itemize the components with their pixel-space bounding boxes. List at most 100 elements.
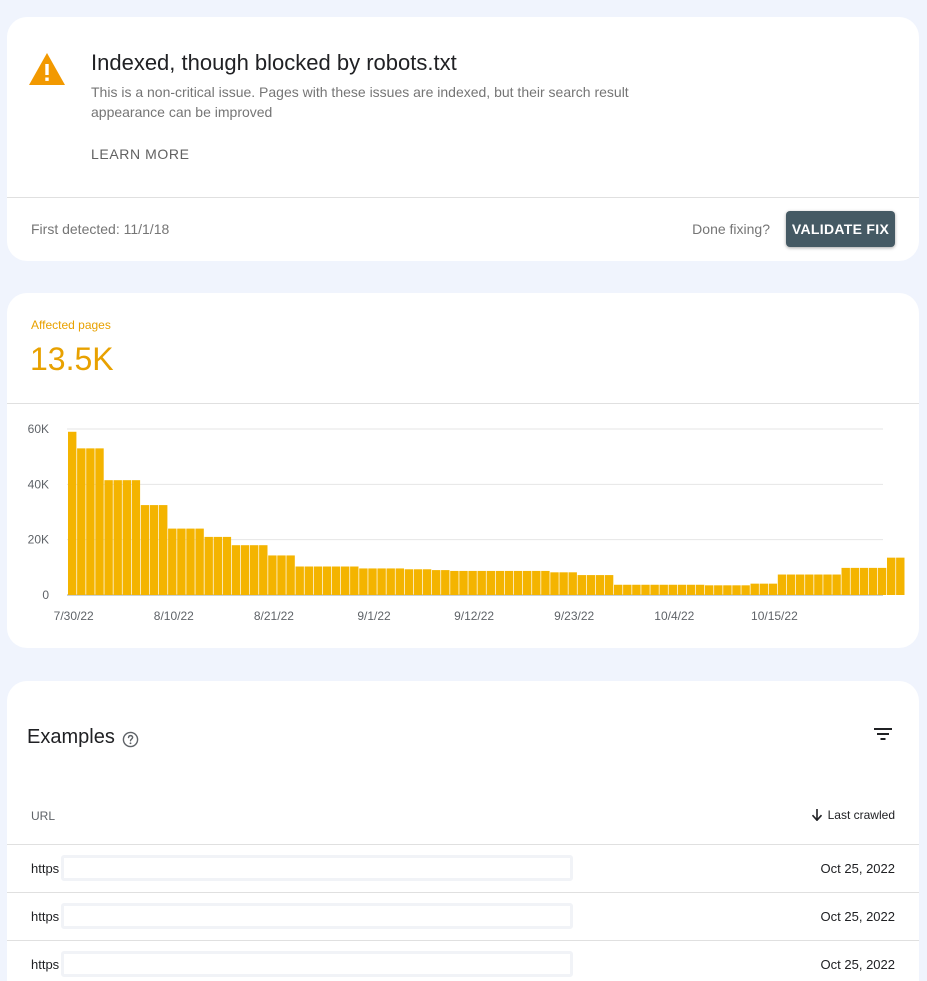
chart-bar[interactable] <box>796 574 805 595</box>
chart-bar[interactable] <box>140 505 150 595</box>
last-crawled-column-header[interactable]: Last crawled <box>811 808 895 822</box>
chart-bar[interactable] <box>723 585 732 595</box>
validate-fix-button[interactable]: VALIDATE FIX <box>786 211 895 247</box>
chart-bar[interactable] <box>786 574 796 595</box>
chart-bar[interactable] <box>277 555 286 595</box>
chart-bar[interactable] <box>513 570 523 595</box>
table-row[interactable]: https Oct 25, 2022 <box>7 940 919 981</box>
chart-bar[interactable] <box>623 584 632 595</box>
chart-bar[interactable] <box>341 566 350 595</box>
table-row[interactable]: https Oct 25, 2022 <box>7 892 919 940</box>
chart-bar[interactable] <box>486 570 495 595</box>
chart-bar[interactable] <box>632 584 641 595</box>
chart-bar[interactable] <box>477 570 486 595</box>
chart-bar[interactable] <box>523 570 532 595</box>
chart-bar[interactable] <box>705 585 714 595</box>
chart-bar[interactable] <box>504 570 514 595</box>
chart-bar[interactable] <box>586 575 596 595</box>
chart-bar[interactable] <box>377 568 386 595</box>
chart-bar[interactable] <box>177 528 186 595</box>
chart-bar[interactable] <box>559 572 568 595</box>
chart-bar[interactable] <box>714 585 723 595</box>
chart-bar[interactable] <box>95 448 104 595</box>
chart-bar[interactable] <box>441 570 450 595</box>
chart-bar[interactable] <box>395 568 404 595</box>
chart-bar[interactable] <box>222 536 232 595</box>
chart-bar[interactable] <box>149 505 159 595</box>
chart-bar[interactable] <box>823 574 832 595</box>
chart-bar[interactable] <box>131 480 141 595</box>
chart-bar[interactable] <box>677 584 687 595</box>
chart-bar[interactable] <box>86 448 95 595</box>
chart-bar[interactable] <box>240 545 250 595</box>
chart-bar[interactable] <box>159 505 168 595</box>
chart-bar[interactable] <box>850 567 859 595</box>
chart-bar[interactable] <box>814 574 823 595</box>
chart-bar[interactable] <box>877 567 887 595</box>
chart-bar[interactable] <box>459 570 468 595</box>
chart-bar[interactable] <box>614 584 623 595</box>
help-icon[interactable] <box>122 731 139 748</box>
chart-bar[interactable] <box>268 555 277 595</box>
chart-bar[interactable] <box>750 583 759 595</box>
chart-bar[interactable] <box>368 568 377 595</box>
chart-bar[interactable] <box>568 572 577 595</box>
chart-bar[interactable] <box>768 583 778 595</box>
chart-bar[interactable] <box>250 545 259 595</box>
chart-bar[interactable] <box>104 480 113 595</box>
chart-bar[interactable] <box>650 584 659 595</box>
chart-bar[interactable] <box>495 570 505 595</box>
chart-bar[interactable] <box>532 570 541 595</box>
chart-bar[interactable] <box>859 567 869 595</box>
chart-bar[interactable] <box>231 545 241 595</box>
chart-bar[interactable] <box>595 575 605 595</box>
chart-bar[interactable] <box>168 528 177 595</box>
chart-bar[interactable] <box>641 584 650 595</box>
chart-bar[interactable] <box>304 566 313 595</box>
chart-bar[interactable] <box>404 569 414 595</box>
chart-bar[interactable] <box>659 584 668 595</box>
chart-bar[interactable] <box>322 566 332 595</box>
chart-bar[interactable] <box>186 528 195 595</box>
chart-bar[interactable] <box>841 567 850 595</box>
chart-bar[interactable] <box>896 557 905 595</box>
chart-bar[interactable] <box>686 584 696 595</box>
chart-bar[interactable] <box>604 575 614 595</box>
chart-bar[interactable] <box>213 536 222 595</box>
chart-bar[interactable] <box>350 566 359 595</box>
chart-bar[interactable] <box>541 570 550 595</box>
chart-bar[interactable] <box>195 528 204 595</box>
chart-bar[interactable] <box>259 545 268 595</box>
chart-bar[interactable] <box>741 585 750 595</box>
chart-bar[interactable] <box>413 569 423 595</box>
chart-bar[interactable] <box>668 584 677 595</box>
chart-bar[interactable] <box>331 566 341 595</box>
chart-bar[interactable] <box>832 574 841 595</box>
chart-bar[interactable] <box>868 567 878 595</box>
chart-bar[interactable] <box>386 568 395 595</box>
chart-bar[interactable] <box>577 575 586 595</box>
chart-bar[interactable] <box>359 568 368 595</box>
table-row[interactable]: https Oct 25, 2022 <box>7 844 919 892</box>
chart-bar[interactable] <box>887 557 896 595</box>
chart-bar[interactable] <box>68 431 77 595</box>
learn-more-link[interactable]: LEARN MORE <box>91 146 190 162</box>
chart-bar[interactable] <box>313 566 323 595</box>
chart-bar[interactable] <box>550 572 559 595</box>
chart-bar[interactable] <box>805 574 814 595</box>
chart-bar[interactable] <box>759 583 768 595</box>
filter-icon[interactable] <box>873 726 893 742</box>
chart-bar[interactable] <box>777 574 787 595</box>
chart-bar[interactable] <box>113 480 122 595</box>
chart-bar[interactable] <box>295 566 304 595</box>
chart-bar[interactable] <box>732 585 741 595</box>
chart-bar[interactable] <box>422 569 432 595</box>
chart-bar[interactable] <box>432 570 441 595</box>
chart-bar[interactable] <box>77 448 86 595</box>
chart-bar[interactable] <box>122 480 131 595</box>
chart-bar[interactable] <box>286 555 295 595</box>
chart-bar[interactable] <box>695 584 705 595</box>
chart-bar[interactable] <box>468 570 477 595</box>
chart-bar[interactable] <box>450 570 459 595</box>
chart-bar[interactable] <box>204 536 213 595</box>
